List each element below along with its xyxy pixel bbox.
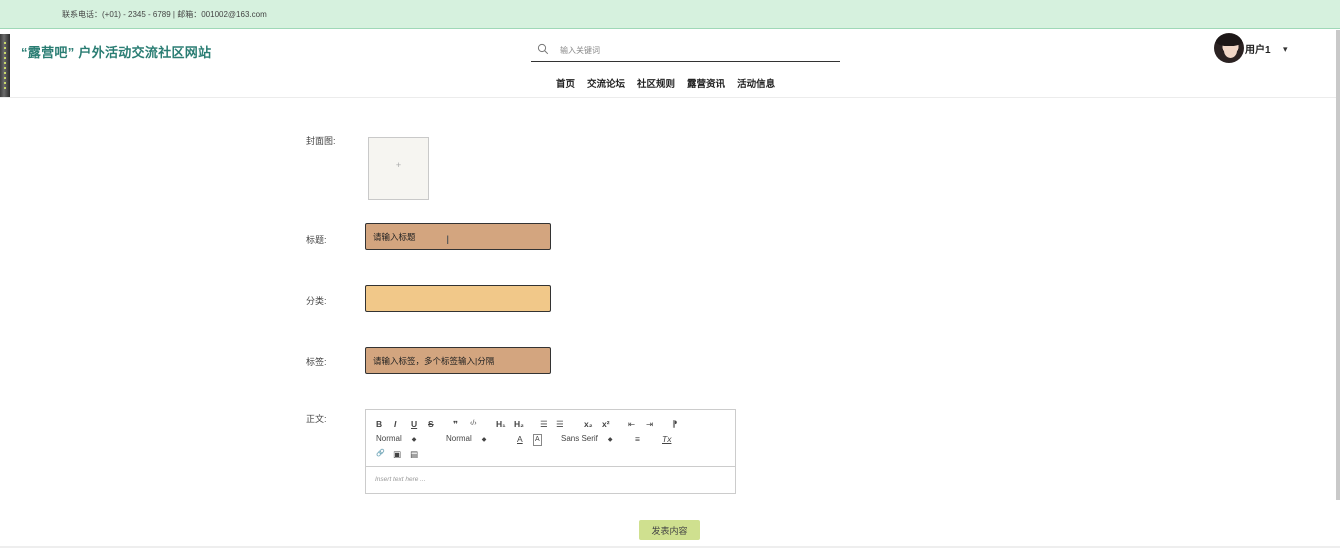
header-select[interactable]: Normal ◆ (446, 434, 486, 443)
text-cursor-icon: I (446, 233, 450, 247)
avatar[interactable] (1214, 33, 1244, 63)
scrollbar[interactable] (1336, 30, 1340, 500)
bold-button[interactable]: B (376, 419, 382, 429)
outdent-button[interactable]: ⇤ (628, 419, 635, 429)
chevron-down-icon[interactable]: ▾ (1283, 44, 1288, 55)
editor-body-placeholder[interactable]: Insert text here ... (375, 476, 426, 483)
category-field (365, 285, 551, 312)
video-icon[interactable]: ▤ (410, 449, 418, 459)
clean-format-button[interactable]: Tx (662, 434, 671, 444)
bullet-list-button[interactable]: ☰ (556, 419, 564, 429)
select-arrow-icon: ◆ (411, 437, 417, 443)
font-color-button[interactable]: A (517, 434, 523, 444)
tags-input[interactable] (366, 348, 550, 373)
nav-home[interactable]: 首页 (556, 76, 575, 90)
strike-button[interactable]: S (428, 419, 434, 429)
side-decoration (0, 34, 10, 97)
h2-button[interactable]: H₂ (514, 419, 524, 429)
user-menu[interactable]: 用户1 ▾ (1214, 33, 1288, 63)
code-button[interactable]: ‹/› (470, 419, 477, 429)
size-select[interactable]: Normal ◆ (376, 434, 416, 443)
title-input[interactable] (366, 224, 550, 249)
title-field (365, 223, 551, 250)
editor-toolbar: B I U S ❞ ‹/› H₁ H₂ ☰ ☰ x₂ x² ⇤ ⇥ ⁋ Norm… (366, 410, 735, 467)
title-label: 标题: (306, 235, 327, 245)
select-arrow-icon: ◆ (607, 437, 613, 443)
nav-forum[interactable]: 交流论坛 (587, 76, 625, 90)
subscript-button[interactable]: x₂ (584, 419, 593, 429)
search-input[interactable] (560, 42, 830, 58)
top-contact-bar: 联系电话：(+01) - 2345 - 6789 | 邮箱：001002@163… (0, 0, 1340, 29)
superscript-button[interactable]: x² (602, 419, 610, 429)
site-title[interactable]: “露营吧” 户外活动交流社区网站 (21, 42, 211, 61)
publish-button[interactable]: 发表内容 (639, 520, 700, 540)
underline-button[interactable]: U (411, 419, 417, 429)
username[interactable]: 用户1 (1245, 41, 1271, 56)
plus-icon: + (395, 160, 402, 170)
category-label: 分类: (306, 296, 327, 306)
cover-upload[interactable]: + (368, 137, 429, 200)
rich-text-editor: B I U S ❞ ‹/› H₁ H₂ ☰ ☰ x₂ x² ⇤ ⇥ ⁋ Norm… (365, 409, 736, 494)
nav-rules[interactable]: 社区规则 (637, 76, 675, 90)
nav-activities[interactable]: 活动信息 (737, 76, 775, 90)
search-icon[interactable] (537, 43, 549, 55)
ordered-list-button[interactable]: ☰ (540, 419, 548, 429)
image-icon[interactable]: ▣ (393, 449, 401, 459)
header-select-value: Normal (446, 434, 472, 443)
h1-button[interactable]: H₁ (496, 419, 506, 429)
body-label: 正文: (306, 414, 327, 424)
nav-news[interactable]: 露营资讯 (687, 76, 725, 90)
link-icon[interactable]: 🔗 (376, 449, 385, 459)
search-bar (531, 40, 840, 62)
italic-button[interactable]: I (394, 419, 396, 429)
tags-label: 标签: (306, 357, 327, 367)
indent-button[interactable]: ⇥ (646, 419, 653, 429)
category-input[interactable] (366, 286, 550, 311)
font-select[interactable]: Sans Serif ◆ (561, 434, 613, 443)
select-arrow-icon: ◆ (481, 437, 487, 443)
contact-info: 联系电话：(+01) - 2345 - 6789 | 邮箱：001002@163… (62, 10, 267, 19)
site-header: “露营吧” 户外活动交流社区网站 首页 交流论坛 社区规则 露营资讯 活动信息 … (0, 30, 1340, 98)
align-button[interactable]: ≡ (635, 434, 640, 444)
tags-field (365, 347, 551, 374)
background-color-button[interactable]: A (533, 434, 542, 446)
main-nav: 首页 交流论坛 社区规则 露营资讯 活动信息 (556, 76, 775, 90)
text-direction-button[interactable]: ⁋ (672, 419, 677, 429)
size-select-value: Normal (376, 434, 402, 443)
cover-label: 封面图: (306, 136, 336, 146)
font-select-value: Sans Serif (561, 434, 598, 443)
quote-button[interactable]: ❞ (453, 419, 458, 429)
